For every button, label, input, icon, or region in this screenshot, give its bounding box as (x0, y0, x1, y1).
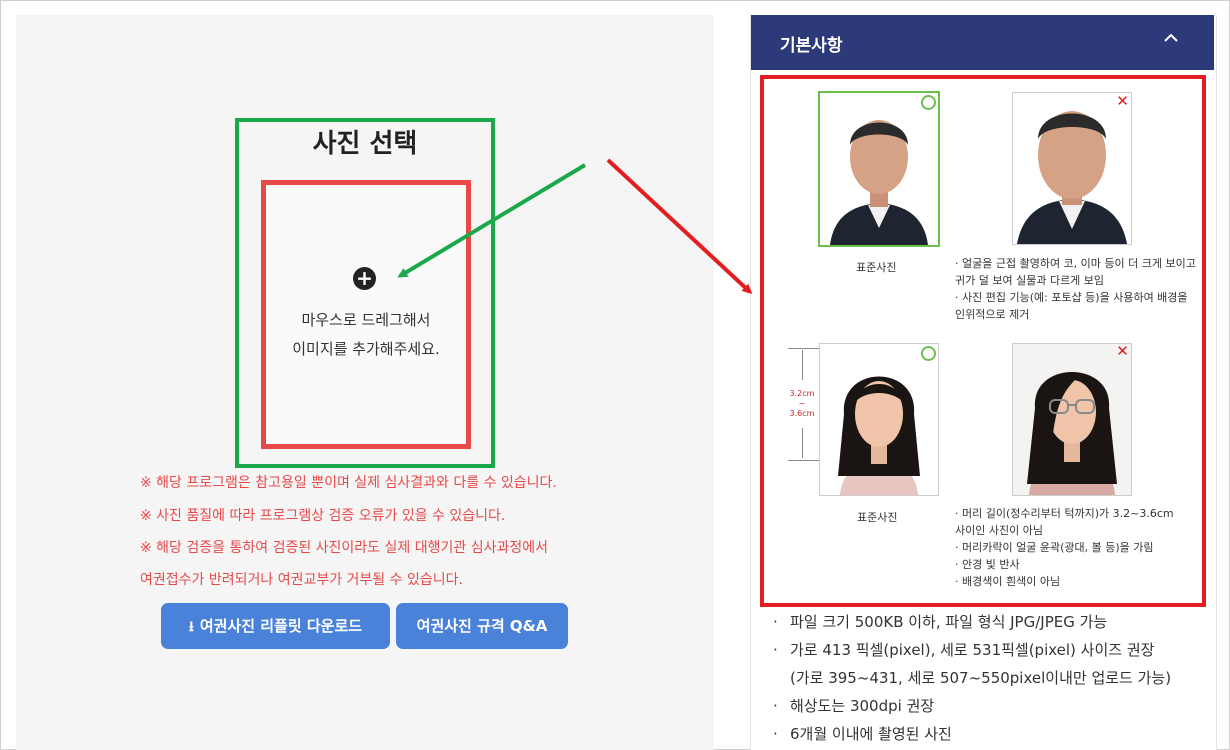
red-arrow (606, 158, 753, 295)
green-arrow (397, 163, 587, 278)
annotation-arrows (397, 158, 753, 295)
